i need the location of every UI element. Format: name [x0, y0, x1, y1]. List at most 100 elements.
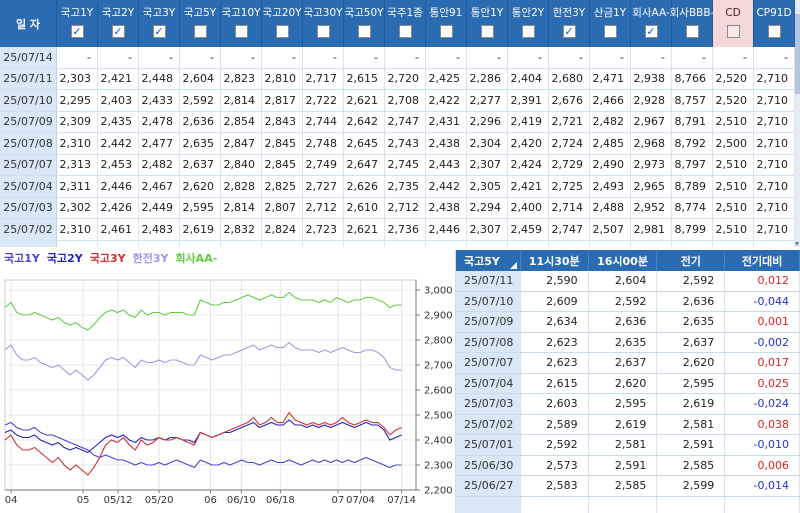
yield-cell: -	[57, 47, 98, 68]
vertical-scrollbar[interactable]	[795, 0, 800, 247]
table-row: 25/07/07 2,623 2,637 2,620 0,017	[456, 353, 800, 374]
column-header-국고1Y[interactable]: 국고1Y ✓	[57, 0, 98, 47]
yield-cell: -	[549, 47, 590, 68]
column-header-국고2Y[interactable]: 국고2Y ✓	[98, 0, 139, 47]
column-checkbox[interactable]	[234, 25, 248, 38]
yield-cell: 2,807	[262, 197, 303, 218]
value-1130: 2,592	[521, 435, 589, 455]
yield-cell: 2,748	[303, 133, 344, 154]
column-header-국주1종[interactable]: 국주1종	[385, 0, 426, 47]
checkbox-wrap	[221, 25, 261, 47]
column-header-국고5Y[interactable]: 국고5Y	[180, 0, 221, 47]
yield-cell: 2,286	[467, 68, 508, 89]
column-checkbox[interactable]: ✓	[152, 25, 166, 38]
column-checkbox[interactable]: ✓	[70, 25, 84, 38]
axis-label: 2,600	[424, 386, 453, 397]
yield-cell: 2,482	[139, 154, 180, 175]
column-label: 국고5Y	[183, 7, 217, 19]
column-checkbox[interactable]	[685, 25, 699, 38]
column-label: 국고20Y	[262, 7, 302, 19]
yield-cell	[713, 240, 754, 247]
column-checkbox[interactable]	[357, 25, 371, 38]
value-1130: 2,615	[521, 373, 589, 393]
column-checkbox[interactable]	[480, 25, 494, 38]
column-header-국고10Y[interactable]: 국고10Y	[221, 0, 262, 47]
yield-cell	[590, 240, 631, 247]
scroll-down-arrow-icon[interactable]	[795, 242, 799, 246]
value-1600: 2,636	[589, 312, 658, 332]
value-1600: 2,592	[589, 291, 658, 311]
table-row: 25/07/04 2,615 2,620 2,595 0,025	[456, 373, 800, 394]
yield-cell: 2,277	[467, 90, 508, 111]
yield-cell: 8,797	[672, 154, 713, 175]
yield-cell: 2,442	[98, 133, 139, 154]
row-date: 25/07/08	[456, 332, 521, 352]
checkbox-wrap	[344, 25, 384, 47]
column-checkbox[interactable]: ✓	[644, 25, 658, 38]
column-checkbox[interactable]: ✓	[111, 25, 125, 38]
yield-cell: 2,620	[180, 176, 221, 197]
legend-item-국고1Y: 국고1Y	[4, 252, 40, 265]
yield-cell: 2,928	[631, 90, 672, 111]
yield-cell: -	[754, 47, 795, 68]
column-checkbox[interactable]	[275, 25, 289, 38]
instrument-column-headers: 국고1Y ✓ 국고2Y ✓ 국고3Y ✓ 국고5Y 국고10Y 국고20Y 국고30Y 국고50Y 국…	[57, 0, 795, 47]
row-date: 25/07/11	[456, 271, 521, 291]
column-header-통안2Y[interactable]: 통안2Y	[508, 0, 549, 47]
yield-cell: 2,712	[303, 197, 344, 218]
right-header-2[interactable]: 16시00분	[589, 250, 658, 271]
yield-cell: 2,510	[713, 111, 754, 132]
yield-cell: 2,420	[508, 133, 549, 154]
right-header-3[interactable]: 전기	[657, 250, 726, 271]
yield-cell: 2,482	[590, 111, 631, 132]
yield-cell: 2,708	[385, 90, 426, 111]
checkbox-wrap: ✓	[98, 25, 138, 47]
column-header-국고50Y[interactable]: 국고50Y	[344, 0, 385, 47]
column-header-회사BBB-[interactable]: 회사BBB-	[670, 0, 714, 47]
column-header-국고20Y[interactable]: 국고20Y	[262, 0, 303, 47]
date-column-header: 일 자	[0, 0, 57, 47]
checkbox-wrap	[385, 25, 425, 47]
yield-cell: 2,725	[549, 176, 590, 197]
yield-cell: 2,712	[385, 197, 426, 218]
value-change: -0,014	[725, 476, 800, 496]
row-date: 25/07/10	[0, 90, 57, 111]
right-header-0[interactable]: 국고5Y	[456, 250, 521, 271]
yield-cell	[754, 240, 795, 247]
checkbox-wrap	[426, 25, 466, 47]
column-checkbox[interactable]	[521, 25, 535, 38]
column-checkbox[interactable]	[439, 25, 453, 38]
scrollbar-thumb[interactable]	[795, 14, 800, 94]
column-header-CP91D[interactable]: CP91D	[754, 0, 795, 47]
column-header-통안1Y[interactable]: 통안1Y	[467, 0, 508, 47]
right-header-1[interactable]: 11시30분	[521, 250, 589, 271]
checkbox-wrap	[508, 25, 548, 47]
checkbox-wrap	[303, 25, 343, 47]
column-checkbox[interactable]	[726, 25, 740, 38]
column-header-산금1Y[interactable]: 산금1Y	[590, 0, 631, 47]
yield-cell: 2,446	[426, 219, 467, 240]
column-checkbox[interactable]	[767, 25, 781, 38]
column-header-회사AA-[interactable]: 회사AA- ✓	[631, 0, 672, 47]
column-header-한전3Y[interactable]: 한전3Y ✓	[549, 0, 590, 47]
yield-cell: 2,642	[344, 111, 385, 132]
column-header-국고30Y[interactable]: 국고30Y	[303, 0, 344, 47]
table-row: 25/07/03 2,302 2,426 2,449 2,595 2,814 2,807 2,…	[0, 197, 795, 219]
yield-cell: 2,710	[754, 154, 795, 175]
right-header-4[interactable]: 전기대비	[725, 250, 800, 271]
value-prev: 2,635	[657, 312, 726, 332]
yield-cell: 2,845	[262, 133, 303, 154]
yield-cell: 8,774	[672, 197, 713, 218]
column-checkbox[interactable]	[603, 25, 617, 38]
column-header-국고3Y[interactable]: 국고3Y ✓	[139, 0, 180, 47]
yield-cell: 2,626	[344, 176, 385, 197]
column-checkbox[interactable]	[398, 25, 412, 38]
column-header-통안91[interactable]: 통안91	[426, 0, 467, 47]
column-checkbox[interactable]	[193, 25, 207, 38]
column-checkbox[interactable]	[316, 25, 330, 38]
column-header-CD[interactable]: CD	[713, 0, 754, 47]
yield-cell: 2,431	[426, 111, 467, 132]
column-checkbox[interactable]: ✓	[562, 25, 576, 38]
yield-cell: 2,967	[631, 111, 672, 132]
value-change: 0,025	[725, 373, 800, 393]
